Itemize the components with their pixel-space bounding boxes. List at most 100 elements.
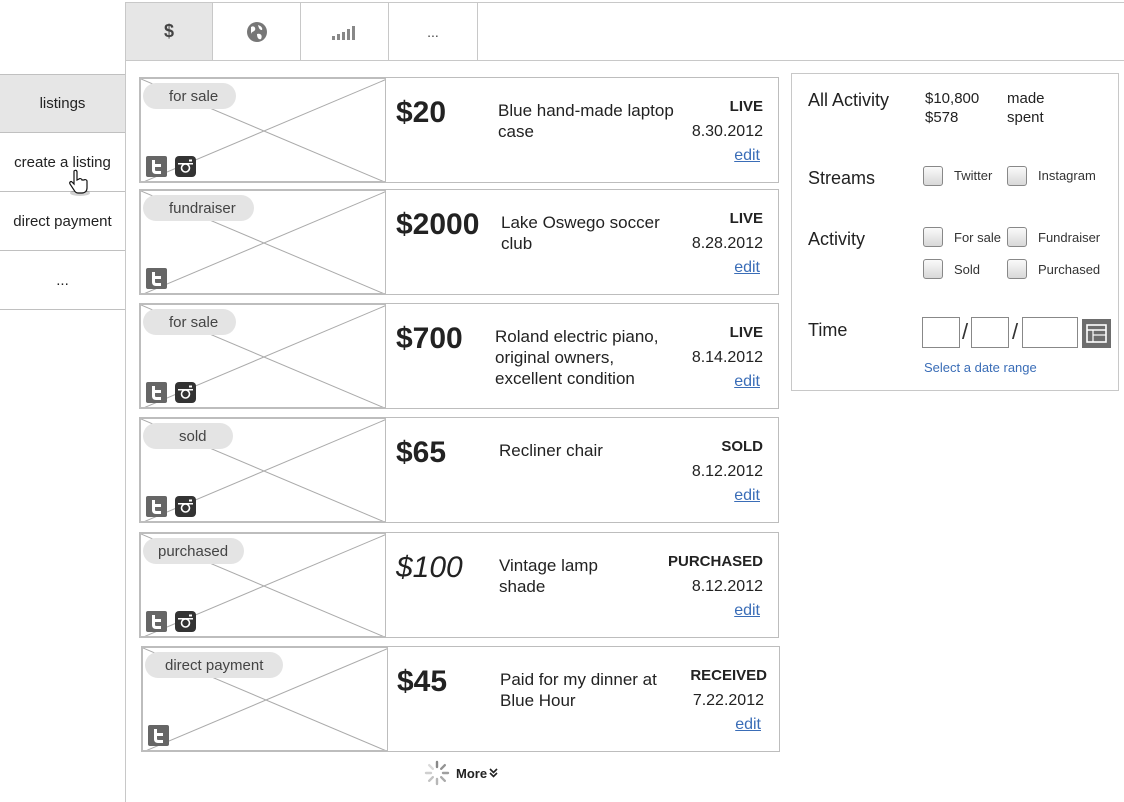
instagram-icon bbox=[175, 496, 196, 517]
purchased-checkbox-label: Purchased bbox=[1038, 262, 1101, 277]
signal-bars-icon bbox=[331, 25, 355, 40]
spent-label: spent bbox=[1007, 109, 1044, 126]
listing-description: Vintage lamp shade bbox=[499, 556, 598, 596]
instagram-icon bbox=[175, 611, 196, 632]
tab-globe[interactable] bbox=[213, 3, 301, 60]
listing-card[interactable]: for sale $20 Blue hand-made laptop case … bbox=[139, 77, 779, 183]
listing-tag: sold bbox=[143, 423, 233, 449]
fundraiser-checkbox[interactable] bbox=[1007, 227, 1027, 247]
month-input[interactable] bbox=[922, 317, 960, 348]
listing-card[interactable]: direct payment $45 Paid for my dinner at… bbox=[141, 646, 780, 752]
sidebar-item-create-listing[interactable]: create a listing bbox=[0, 132, 125, 191]
twitter-icon bbox=[146, 611, 167, 632]
listing-image-placeholder: direct payment bbox=[142, 647, 388, 751]
listing-tag: for sale bbox=[143, 83, 237, 109]
time-label: Time bbox=[808, 320, 848, 340]
twitter-icon bbox=[148, 725, 169, 746]
edit-link[interactable]: edit bbox=[735, 716, 761, 734]
listing-status: LIVE bbox=[729, 324, 763, 341]
listing-date: 8.14.2012 bbox=[691, 349, 763, 366]
sidebar-divider bbox=[125, 2, 126, 802]
day-input[interactable] bbox=[971, 317, 1009, 348]
select-date-range-link[interactable]: Select a date range bbox=[924, 360, 1037, 375]
instagram-checkbox-label: Instagram bbox=[1038, 168, 1096, 183]
listing-card[interactable]: purchased $100 Vintage lamp shade PURCHA… bbox=[139, 532, 779, 638]
listing-date: 8.30.2012 bbox=[691, 123, 763, 140]
twitter-icon bbox=[146, 156, 167, 177]
listing-image-placeholder: fundraiser bbox=[140, 190, 386, 294]
instagram-icon bbox=[175, 382, 196, 403]
listing-tag: for sale bbox=[143, 309, 237, 335]
loading-spinner-icon bbox=[424, 760, 450, 786]
tab-more[interactable]: ... bbox=[389, 3, 478, 60]
edit-link[interactable]: edit bbox=[734, 147, 760, 165]
listing-price: $20 bbox=[396, 96, 447, 129]
listing-image-placeholder: purchased bbox=[140, 533, 386, 637]
sidebar-item-label: listings bbox=[39, 95, 86, 112]
edit-link[interactable]: edit bbox=[734, 259, 760, 277]
listing-description: Blue hand-made laptop case bbox=[498, 101, 674, 141]
listing-date: 8.12.2012 bbox=[691, 578, 763, 595]
instagram-icon bbox=[175, 156, 196, 177]
listing-card[interactable]: sold $65 Recliner chair SOLD 8.12.2012 e… bbox=[139, 417, 779, 523]
twitter-checkbox[interactable] bbox=[923, 166, 943, 186]
made-amount: $10,800 bbox=[925, 90, 980, 107]
listing-date: 8.12.2012 bbox=[691, 463, 763, 480]
listing-price: $100 bbox=[396, 551, 463, 584]
listing-image-placeholder: for sale bbox=[140, 78, 386, 182]
dollar-icon: $ bbox=[163, 21, 174, 41]
load-more-label: More bbox=[456, 765, 488, 781]
edit-link[interactable]: edit bbox=[734, 602, 760, 620]
twitter-icon bbox=[146, 382, 167, 403]
streams-label: Streams bbox=[808, 168, 876, 188]
sidebar-item-label: ... bbox=[56, 272, 69, 289]
sidebar-item-label: direct payment bbox=[13, 212, 112, 230]
listing-image-placeholder: sold bbox=[140, 418, 386, 522]
listing-price: $45 bbox=[397, 665, 448, 698]
load-more-button[interactable]: More bbox=[424, 760, 498, 786]
instagram-checkbox[interactable] bbox=[1007, 166, 1027, 186]
listing-date: 8.28.2012 bbox=[691, 235, 763, 252]
spent-amount: $578 bbox=[925, 109, 959, 126]
twitter-icon bbox=[146, 496, 167, 517]
edit-link[interactable]: edit bbox=[734, 373, 760, 391]
activity-label: Activity bbox=[808, 229, 866, 249]
twitter-icon bbox=[146, 268, 167, 289]
for-sale-checkbox-label: For sale bbox=[954, 230, 1001, 245]
listing-status: LIVE bbox=[729, 98, 763, 115]
sidebar-item-listings[interactable]: listings bbox=[0, 74, 125, 132]
activity-filter-panel: All Activity $10,800 $578 made spent Str… bbox=[791, 73, 1119, 391]
listing-description: Lake Oswego soccer club bbox=[501, 213, 660, 253]
all-activity-label: All Activity bbox=[808, 90, 890, 110]
double-chevron-down-icon bbox=[489, 768, 498, 778]
listing-status: SOLD bbox=[721, 438, 763, 455]
date-separator: / bbox=[962, 319, 969, 344]
sold-checkbox-label: Sold bbox=[954, 262, 981, 277]
listing-card[interactable]: for sale $700 Roland electric piano, ori… bbox=[139, 303, 779, 409]
purchased-checkbox[interactable] bbox=[1007, 259, 1027, 279]
globe-icon bbox=[246, 21, 267, 42]
listing-status: LIVE bbox=[729, 210, 763, 227]
date-separator: / bbox=[1012, 319, 1019, 344]
sold-checkbox[interactable] bbox=[923, 259, 943, 279]
listing-tag: purchased bbox=[143, 538, 245, 564]
year-input[interactable] bbox=[1022, 317, 1078, 348]
listing-tag: direct payment bbox=[145, 652, 284, 678]
tab-signal[interactable] bbox=[301, 3, 389, 60]
sidebar-nav-end bbox=[0, 309, 125, 310]
tab-more-label: ... bbox=[427, 23, 439, 40]
listing-price: $700 bbox=[396, 322, 463, 355]
listing-card[interactable]: fundraiser $2000 Lake Oswego soccer club… bbox=[139, 189, 779, 295]
calendar-button[interactable] bbox=[1082, 319, 1111, 348]
listing-price: $2000 bbox=[396, 208, 480, 241]
listing-description: Recliner chair bbox=[499, 441, 603, 460]
hand-cursor-icon bbox=[69, 169, 90, 196]
listing-tag: fundraiser bbox=[143, 195, 254, 221]
sidebar-item-more[interactable]: ... bbox=[0, 250, 125, 310]
listing-price: $65 bbox=[396, 436, 447, 469]
sidebar-item-direct-payment[interactable]: direct payment bbox=[0, 191, 125, 250]
calendar-icon bbox=[1086, 324, 1107, 343]
tab-money[interactable]: $ bbox=[126, 3, 213, 60]
for-sale-checkbox[interactable] bbox=[923, 227, 943, 247]
edit-link[interactable]: edit bbox=[734, 487, 760, 505]
